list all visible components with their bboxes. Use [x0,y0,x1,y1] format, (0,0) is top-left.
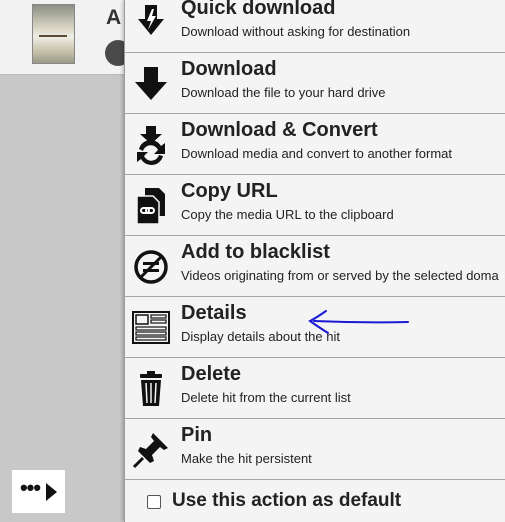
menu-item-label: Copy URL [181,180,278,202]
download-convert-icon [131,125,171,165]
menu-item-label: Details [181,302,247,324]
menu-item-label: Quick download [181,0,336,19]
hit-title: A [106,6,122,29]
menu-item-pin[interactable]: Pin Make the hit persistent [125,419,505,480]
blacklist-icon [131,247,171,287]
menu-item-description: Download the file to your hard drive [181,85,386,100]
annotation-arrow-icon [308,310,409,334]
chevron-right-icon [46,482,58,501]
default-action-checkbox[interactable] [147,495,161,509]
menu-item-description: Copy the media URL to the clipboard [181,207,394,222]
video-thumbnail [32,4,75,64]
quick-download-icon [131,3,171,43]
hit-row[interactable]: A [0,0,131,75]
menu-item-add-blacklist[interactable]: Add to blacklist Videos originating from… [125,236,505,297]
menu-item-label: Download [181,58,277,80]
menu-item-description: Download media and convert to another fo… [181,146,452,161]
details-icon [131,308,171,348]
menu-item-description: Videos originating from or served by the… [181,268,499,283]
menu-item-copy-url[interactable]: Copy URL Copy the media URL to the clipb… [125,175,505,236]
trash-icon [131,369,171,409]
download-icon [131,64,171,104]
action-menu: Quick download Download without asking f… [124,0,505,522]
menu-item-description: Download without asking for destination [181,24,411,39]
menu-item-label: Delete [181,363,242,385]
menu-item-description: Delete hit from the current list [181,390,351,405]
menu-item-description: Make the hit persistent [181,451,312,466]
menu-item-label: Download & Convert [181,119,378,141]
more-actions-icon: ••• [19,474,41,500]
menu-item-delete[interactable]: Delete Delete hit from the current list [125,358,505,419]
menu-item-label: Add to blacklist [181,241,330,263]
menu-item-quick-download[interactable]: Quick download Download without asking f… [125,0,505,53]
default-action-row[interactable]: Use this action as default [125,484,505,522]
menu-item-download[interactable]: Download Download the file to your hard … [125,53,505,114]
menu-item-label: Pin [181,424,213,446]
menu-item-download-convert[interactable]: Download & Convert Download media and co… [125,114,505,175]
copy-url-icon [131,186,171,226]
more-actions-button[interactable]: ••• [12,470,65,513]
pin-icon [131,430,171,470]
default-action-label: Use this action as default [172,490,402,511]
